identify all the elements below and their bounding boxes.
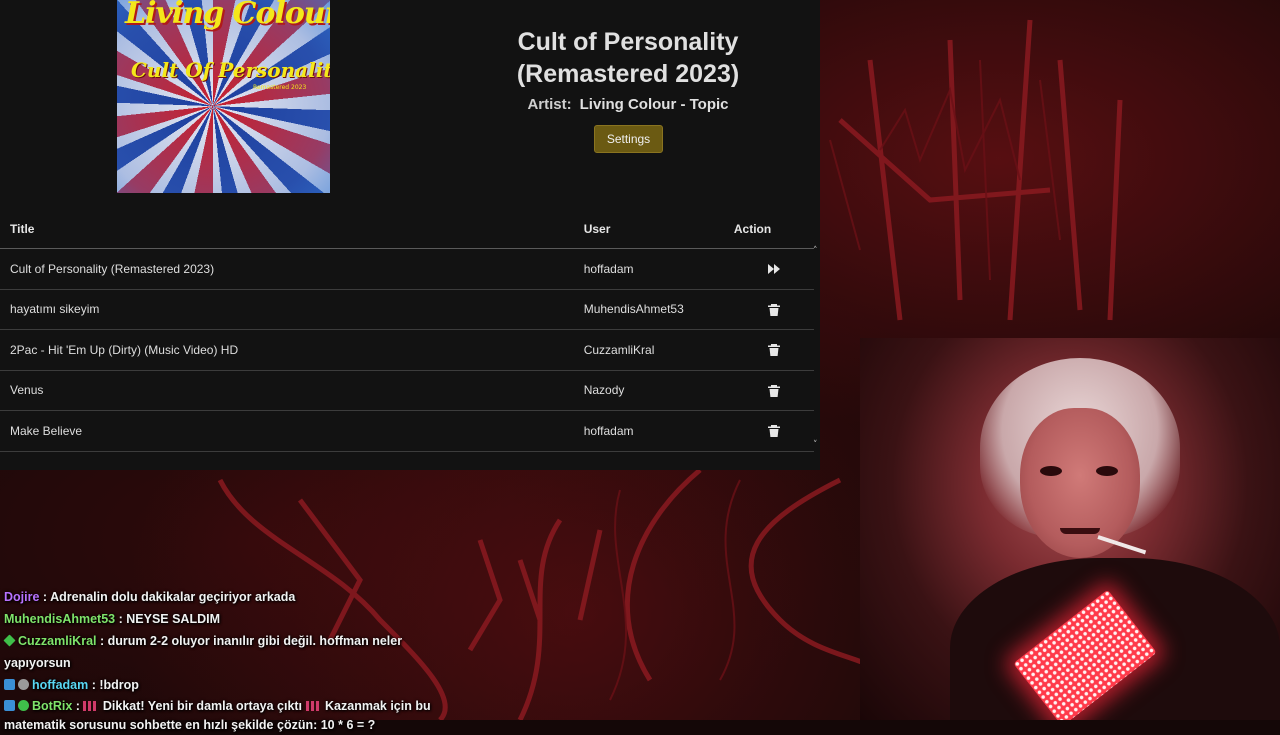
chat-separator: : [88, 678, 100, 692]
chat-message: MuhendisAhmet53 : NEYSE SALDIM [0, 608, 470, 630]
column-header-user: User [583, 209, 734, 249]
song-title-cell: Venus [0, 370, 584, 411]
verified-badge-icon [18, 700, 29, 711]
table-row: Cult of Personality (Remastered 2023) ho… [0, 248, 814, 290]
chat-text: Adrenalin dolu dakikalar geçiriyor arkad… [50, 590, 296, 604]
chat-message: hoffadam : !bdrop [0, 674, 470, 696]
requester-cell: MuhendisAhmet53 [583, 289, 734, 330]
column-header-action: Action [733, 209, 814, 249]
requester-cell: CuzzamliKral [583, 329, 734, 371]
song-title-cell: hayatımı sikeyim [0, 289, 584, 330]
song-queue-table: Title User Action Cult of Personality (R… [0, 209, 814, 452]
album-band-logo-text: Living Colour [125, 0, 330, 31]
album-cover-title-text: Cult Of Personality [131, 58, 330, 82]
webcam-feed [860, 338, 1280, 720]
chat-username: BotRix [32, 699, 73, 713]
column-header-title: Title [0, 209, 584, 249]
subscriber-badge-icon [3, 634, 16, 647]
song-title-cell: 2Pac - Hit 'Em Up (Dirty) (Music Video) … [0, 329, 584, 371]
chat-message: BotRix : Dikkat! Yeni bir damla ortaya ç… [0, 696, 470, 735]
album-cover-image: Living Colour Cult Of Personality Remast… [117, 0, 330, 193]
webcam-eye-right [1096, 466, 1118, 476]
table-row: hayatımı sikeyim MuhendisAhmet53 [0, 289, 814, 330]
skip-forward-icon[interactable] [767, 262, 781, 276]
song-title-cell: Cult of Personality (Remastered 2023) [0, 248, 584, 290]
trash-icon[interactable] [767, 424, 781, 438]
scroll-up-arrow[interactable]: ˄ [813, 246, 818, 256]
action-cell [733, 370, 814, 411]
chat-text: NEYSE SALDIM [126, 612, 221, 626]
webcam-mouth [1060, 528, 1100, 534]
requester-cell: Nazody [583, 370, 734, 411]
emote-icon [83, 701, 100, 711]
requester-cell: hoffadam [583, 410, 734, 452]
artist-label: Artist: [527, 96, 572, 113]
song-request-panel: Living Colour Cult Of Personality Remast… [0, 0, 820, 470]
table-row: Venus Nazody [0, 370, 814, 411]
table-row: 2Pac - Hit 'Em Up (Dirty) (Music Video) … [0, 329, 814, 371]
trash-icon[interactable] [767, 303, 781, 317]
song-title-cell: Make Believe [0, 410, 584, 452]
artist-name: Living Colour - Topic [579, 96, 729, 113]
requester-cell: hoffadam [583, 248, 734, 290]
chat-text: !bdrop [99, 678, 139, 692]
trash-icon[interactable] [767, 384, 781, 398]
scroll-down-arrow[interactable]: ˅ [813, 440, 818, 450]
chat-separator: : [72, 699, 84, 713]
chat-message: Dojire : Adrenalin dolu dakikalar geçiri… [0, 586, 470, 608]
chat-username: Dojire [4, 590, 40, 604]
chat-overlay: Dojire : Adrenalin dolu dakikalar geçiri… [0, 586, 470, 735]
action-cell [733, 248, 814, 290]
table-row: Make Believe hoffadam [0, 410, 814, 452]
action-cell [733, 329, 814, 371]
settings-button[interactable]: Settings [594, 125, 663, 153]
action-cell [733, 410, 814, 452]
action-cell [733, 289, 814, 330]
chat-username: MuhendisAhmet53 [4, 612, 116, 626]
webcam-face [1020, 408, 1140, 558]
now-playing-artist: Artist: Living Colour - Topic [480, 96, 776, 113]
moderator-badge-icon [18, 679, 29, 690]
chat-separator: : [115, 612, 127, 626]
chat-username: hoffadam [32, 678, 89, 692]
now-playing-title: Cult of Personality (Remastered 2023) [516, 28, 740, 88]
album-cover-subtitle-text: Remastered 2023 [253, 84, 307, 91]
webcam-eye-left [1040, 466, 1062, 476]
emote-icon [305, 701, 322, 711]
chat-separator: : [39, 590, 51, 604]
chat-username: CuzzamliKral [18, 634, 97, 648]
chat-text: Dikkat! Yeni bir damla ortaya çıktı [102, 699, 303, 713]
chat-message: CuzzamliKral : durum 2-2 oluyor inanılır… [0, 630, 470, 674]
table-header-row: Title User Action [0, 209, 814, 249]
platform-badge-icon [4, 679, 15, 690]
chat-separator: : [96, 634, 108, 648]
trash-icon[interactable] [767, 343, 781, 357]
platform-badge-icon [4, 700, 15, 711]
